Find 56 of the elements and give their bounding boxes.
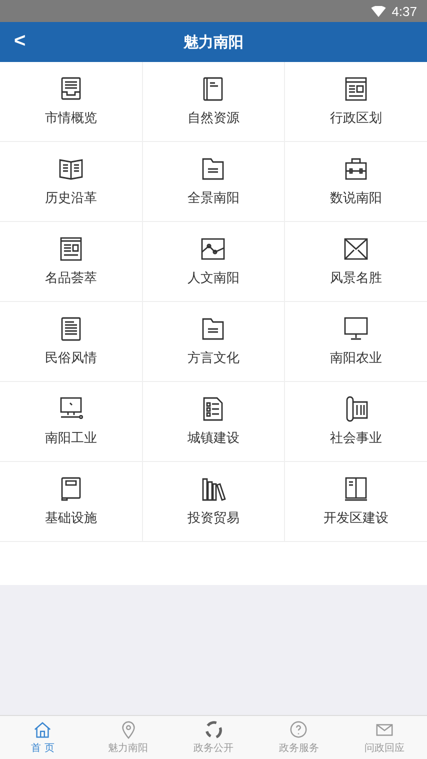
grid-item[interactable]: 数说南阳 xyxy=(285,142,427,221)
grid-item[interactable]: 南阳工业 xyxy=(0,382,142,461)
grid-item[interactable]: 南阳农业 xyxy=(285,302,427,381)
help-icon xyxy=(289,720,308,739)
tab[interactable]: 首 页 xyxy=(0,716,86,759)
grid-item[interactable]: 投资贸易 xyxy=(142,462,284,541)
grid-item-label: 城镇建设 xyxy=(187,430,240,447)
open-book-icon xyxy=(58,156,84,182)
wifi-icon xyxy=(370,6,386,16)
line-chart-icon xyxy=(200,236,226,262)
grid-item-label: 基础设施 xyxy=(44,510,97,527)
grid-item[interactable]: 名品荟萃 xyxy=(0,222,142,301)
grid-item[interactable]: 方言文化 xyxy=(142,302,284,381)
books-icon xyxy=(200,476,226,502)
folder-icon xyxy=(200,156,226,182)
grid-item-label: 自然资源 xyxy=(187,110,240,127)
grid-item[interactable]: 人文南阳 xyxy=(142,222,284,301)
grid-item-label: 社会事业 xyxy=(330,430,382,447)
grid-item[interactable]: 历史沿革 xyxy=(0,142,142,221)
cabinet-icon xyxy=(343,476,370,502)
grid-item-label: 数说南阳 xyxy=(330,190,382,207)
grid-item[interactable]: 行政区划 xyxy=(285,62,427,141)
grid-item[interactable]: 城镇建设 xyxy=(142,382,284,461)
page-title: 魅力南阳 xyxy=(184,32,244,52)
grid-item-label: 市情概览 xyxy=(44,110,97,127)
grid-item-label: 风景名胜 xyxy=(330,270,382,287)
grid-item[interactable]: 开发区建设 xyxy=(285,462,427,541)
grid-item[interactable]: 全景南阳 xyxy=(142,142,284,221)
back-button[interactable]: < xyxy=(8,28,32,55)
grid-item-label: 投资贸易 xyxy=(187,510,240,527)
grid-item[interactable]: 市情概览 xyxy=(0,62,142,141)
folder-icon xyxy=(200,316,226,342)
grid-item-label: 名品荟萃 xyxy=(44,270,97,287)
grid-item[interactable]: 基础设施 xyxy=(0,462,142,541)
status-time: 4:37 xyxy=(392,4,417,18)
grid-item[interactable]: 风景名胜 xyxy=(285,222,427,301)
monitor-icon xyxy=(343,316,370,342)
newspaper-icon xyxy=(343,76,370,102)
grid-item-label: 人文南阳 xyxy=(187,270,240,287)
grid-item-label: 南阳工业 xyxy=(44,430,97,447)
grid-item-label: 民俗风情 xyxy=(44,350,97,367)
spinner-icon xyxy=(204,720,224,739)
grid-item-label: 开发区建设 xyxy=(324,510,389,527)
grid-item[interactable]: 民俗风情 xyxy=(0,302,142,381)
home-icon xyxy=(33,720,52,739)
grid-item-label: 全景南阳 xyxy=(187,190,240,207)
grid-item-label: 方言文化 xyxy=(187,350,240,367)
briefcase-icon xyxy=(343,156,370,182)
computer-icon xyxy=(58,396,84,422)
grid-item[interactable]: 自然资源 xyxy=(142,62,284,141)
web-page-icon xyxy=(58,236,84,262)
grid-item-label: 历史沿革 xyxy=(44,190,97,207)
grid-item-label: 行政区划 xyxy=(330,110,382,127)
grid-item[interactable]: 社会事业 xyxy=(285,382,427,461)
envelope-icon xyxy=(343,236,370,262)
grid-item-label: 南阳农业 xyxy=(330,350,382,367)
